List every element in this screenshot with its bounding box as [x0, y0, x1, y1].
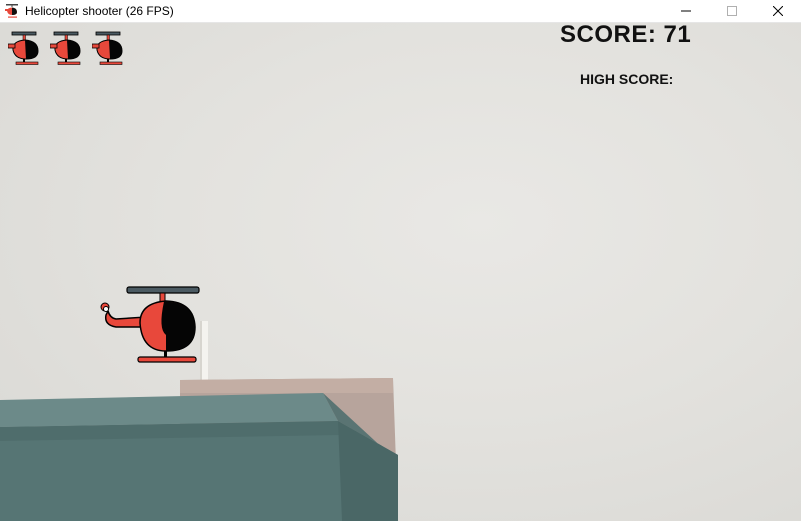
window-title-bar[interactable]: Helicopter shooter (26 FPS)	[0, 0, 801, 23]
helicopter-life-icon	[50, 31, 81, 65]
helicopter-life-icon	[92, 31, 123, 65]
close-button[interactable]	[755, 0, 801, 22]
score-display: SCORE: 71	[560, 23, 692, 48]
rotor-blade	[126, 286, 200, 294]
building-ledge	[0, 393, 338, 427]
player-helicopter	[100, 286, 200, 363]
minimize-button[interactable]	[663, 0, 709, 22]
close-icon	[773, 6, 783, 16]
helicopter-life-icon	[8, 31, 39, 65]
landing-skid	[137, 356, 197, 363]
maximize-button[interactable]	[709, 0, 755, 22]
minimize-icon	[681, 10, 691, 12]
game-canvas[interactable]: SCORE: 71 HIGH SCORE:	[0, 23, 801, 521]
maximize-icon	[727, 6, 737, 16]
high-score-display: HIGH SCORE:	[580, 71, 674, 87]
window-title: Helicopter shooter (26 FPS)	[25, 4, 174, 18]
helicopter-app-icon	[5, 4, 18, 18]
background-scene	[0, 321, 398, 521]
